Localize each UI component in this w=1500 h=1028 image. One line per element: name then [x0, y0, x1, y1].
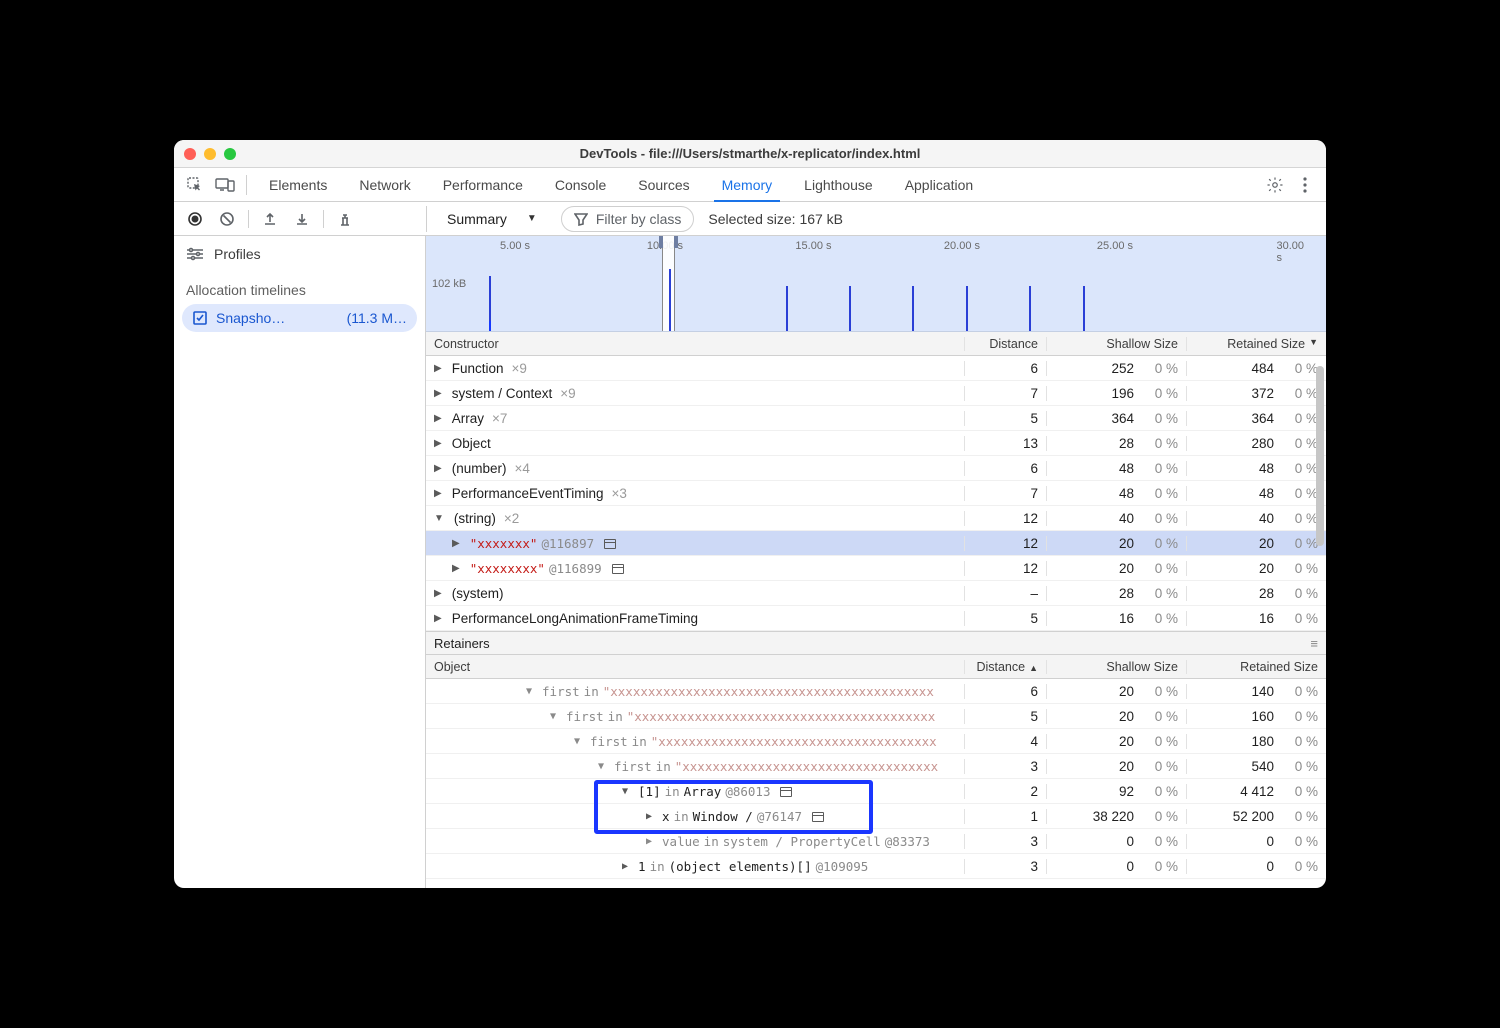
more-icon[interactable]: [1292, 172, 1318, 198]
traffic-lights: [184, 148, 236, 160]
col-retained[interactable]: Retained Size▼: [1186, 337, 1326, 351]
devtools-window: DevTools - file:///Users/stmarthe/x-repl…: [174, 140, 1326, 888]
window-icon: [612, 564, 624, 574]
retainers-header: Retainers ≡: [426, 631, 1326, 655]
retainer-row[interactable]: ▼ first in "xxxxxxxxxxxxxxxxxxxxxxxxxxxx…: [426, 679, 1326, 704]
tab-elements[interactable]: Elements: [255, 169, 341, 201]
snapshot-size: (11.3 M…: [347, 310, 407, 326]
constructor-row[interactable]: ▶"xxxxxxxx" @11689912200 %200 %: [426, 556, 1326, 581]
selected-size-label: Selected size: 167 kB: [708, 211, 843, 227]
gc-icon[interactable]: [334, 208, 356, 230]
y-label: 102 kB: [432, 278, 466, 290]
content-pane: 5.00 s 10.00 s 15.00 s 20.00 s 25.00 s 3…: [426, 236, 1326, 888]
retainers-menu-icon[interactable]: ≡: [1310, 636, 1318, 651]
retainer-row[interactable]: ▼ first in "xxxxxxxxxxxxxxxxxxxxxxxxxxxx…: [426, 729, 1326, 754]
divider: [246, 175, 247, 195]
tab-sources[interactable]: Sources: [624, 169, 703, 201]
col-shallow[interactable]: Shallow Size: [1046, 337, 1186, 351]
scrollbar[interactable]: [1316, 366, 1324, 546]
col-distance[interactable]: Distance: [964, 337, 1046, 351]
snapshot-row[interactable]: Snapsho… (11.3 M…: [182, 304, 417, 332]
tab-performance[interactable]: Performance: [429, 169, 537, 201]
settings-icon[interactable]: [1262, 172, 1288, 198]
filter-placeholder: Filter by class: [596, 211, 682, 227]
tab-memory[interactable]: Memory: [708, 169, 787, 201]
col-distance[interactable]: Distance▲: [964, 660, 1046, 674]
view-label: Summary: [447, 211, 507, 227]
snapshot-icon: [192, 310, 208, 326]
filter-input[interactable]: Filter by class: [561, 206, 695, 232]
constructor-row[interactable]: ▶Object13280 %2800 %: [426, 431, 1326, 456]
tab-console[interactable]: Console: [541, 169, 620, 201]
profiles-sidebar: Profiles Allocation timelines Snapsho… (…: [174, 236, 426, 888]
col-shallow[interactable]: Shallow Size: [1046, 660, 1186, 674]
retainers-title: Retainers: [434, 636, 490, 651]
constructor-row[interactable]: ▶PerformanceLongAnimationFrameTiming5160…: [426, 606, 1326, 631]
close-icon[interactable]: [184, 148, 196, 160]
tab-application[interactable]: Application: [891, 169, 988, 201]
memory-toolbar: Summary ▼ Filter by class Selected size:…: [174, 202, 1326, 236]
tick: 30.00 s: [1276, 240, 1308, 264]
constructor-row[interactable]: ▶Function×962520 %4840 %: [426, 356, 1326, 381]
retainer-row[interactable]: ▶ x in Window / @76147138 2200 %52 2000 …: [426, 804, 1326, 829]
window-icon: [812, 812, 824, 822]
minimize-icon[interactable]: [204, 148, 216, 160]
tab-network[interactable]: Network: [345, 169, 424, 201]
col-object[interactable]: Object: [426, 660, 964, 674]
filter-icon: [574, 212, 588, 226]
window-icon: [780, 787, 792, 797]
retainer-row[interactable]: ▼ first in "xxxxxxxxxxxxxxxxxxxxxxxxxxxx…: [426, 704, 1326, 729]
retainer-row[interactable]: ▶ 1 in (object elements)[] @109095300 %0…: [426, 854, 1326, 879]
tick: 20.00 s: [944, 240, 984, 252]
window-title: DevTools - file:///Users/stmarthe/x-repl…: [174, 146, 1326, 161]
maximize-icon[interactable]: [224, 148, 236, 160]
constructor-row[interactable]: ▼(string)×212400 %400 %: [426, 506, 1326, 531]
snapshot-name: Snapsho…: [216, 310, 285, 326]
view-dropdown[interactable]: Summary ▼: [437, 207, 547, 231]
sort-desc-icon: ▼: [1309, 337, 1318, 351]
col-retained[interactable]: Retained Size: [1186, 660, 1326, 674]
section-label: Allocation timelines: [174, 272, 425, 304]
profiles-label: Profiles: [214, 246, 261, 262]
constructor-row[interactable]: ▶(system)–280 %280 %: [426, 581, 1326, 606]
record-icon[interactable]: [184, 208, 206, 230]
chevron-down-icon: ▼: [527, 213, 537, 224]
constructor-row[interactable]: ▶(number)×46480 %480 %: [426, 456, 1326, 481]
sliders-icon[interactable]: [186, 247, 204, 261]
main-tabbar: Elements Network Performance Console Sou…: [174, 168, 1326, 202]
tick: 5.00 s: [500, 240, 534, 252]
titlebar: DevTools - file:///Users/stmarthe/x-repl…: [174, 140, 1326, 168]
tick: 25.00 s: [1097, 240, 1137, 252]
download-icon[interactable]: [291, 208, 313, 230]
constructor-row[interactable]: ▶"xxxxxxx" @11689712200 %200 %: [426, 531, 1326, 556]
retainer-row[interactable]: ▼ [1] in Array @860132920 %4 4120 %: [426, 779, 1326, 804]
retainer-row[interactable]: ▼ first in "xxxxxxxxxxxxxxxxxxxxxxxxxxxx…: [426, 754, 1326, 779]
tick: 15.00 s: [795, 240, 835, 252]
constructor-row[interactable]: ▶Array×753640 %3640 %: [426, 406, 1326, 431]
retainer-row[interactable]: ▶ value in system / PropertyCell @833733…: [426, 829, 1326, 854]
constructors-header: Constructor Distance Shallow Size Retain…: [426, 332, 1326, 356]
constructors-rows: ▶Function×962520 %4840 %▶system / Contex…: [426, 356, 1326, 631]
clear-icon[interactable]: [216, 208, 238, 230]
allocation-timeline[interactable]: 5.00 s 10.00 s 15.00 s 20.00 s 25.00 s 3…: [426, 236, 1326, 332]
col-constructor[interactable]: Constructor: [426, 337, 964, 351]
constructor-row[interactable]: ▶PerformanceEventTiming×37480 %480 %: [426, 481, 1326, 506]
retainers-rows: ▼ first in "xxxxxxxxxxxxxxxxxxxxxxxxxxxx…: [426, 679, 1326, 888]
window-icon: [604, 539, 616, 549]
sort-asc-icon: ▲: [1029, 663, 1038, 673]
constructor-row[interactable]: ▶system / Context×971960 %3720 %: [426, 381, 1326, 406]
device-toggle-icon[interactable]: [212, 172, 238, 198]
upload-icon[interactable]: [259, 208, 281, 230]
retainers-columns: Object Distance▲ Shallow Size Retained S…: [426, 655, 1326, 679]
tab-lighthouse[interactable]: Lighthouse: [790, 169, 887, 201]
inspect-icon[interactable]: [182, 172, 208, 198]
